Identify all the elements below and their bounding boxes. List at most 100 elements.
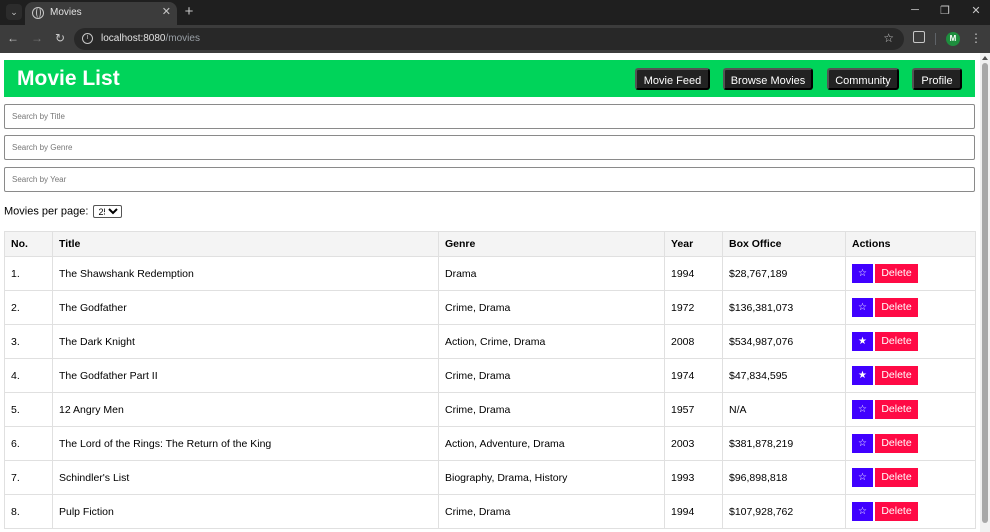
scroll-up-arrow-icon[interactable] (982, 56, 988, 60)
url-text: localhost:8080/movies (101, 33, 200, 44)
minimize-icon[interactable]: ─ (905, 4, 925, 16)
nav-browse-movies-button[interactable]: Browse Movies (723, 68, 813, 90)
favorite-star-button[interactable]: ☆ (852, 434, 873, 453)
cell-genre: Crime, Drama (438, 392, 665, 427)
url-path: /movies (165, 33, 200, 44)
delete-button[interactable]: Delete (875, 400, 918, 419)
col-header-box-office[interactable]: Box Office (722, 231, 846, 257)
cell-year: 2008 (664, 324, 723, 359)
tab-search-chevron-icon[interactable]: ⌄ (6, 4, 22, 20)
delete-button[interactable]: Delete (875, 366, 918, 385)
page-scrollbar[interactable] (980, 53, 990, 532)
cell-box-office: $96,898,818 (722, 460, 846, 495)
globe-icon (32, 7, 44, 19)
cell-year: 1994 (664, 494, 723, 529)
cell-genre: Action, Crime, Drama (438, 324, 665, 359)
app-header: Movie List Movie Feed Browse Movies Comm… (4, 60, 975, 97)
favorite-star-button[interactable]: ★ (852, 332, 873, 351)
scroll-thumb[interactable] (982, 63, 988, 523)
col-header-year[interactable]: Year (664, 231, 723, 257)
favorite-star-button[interactable]: ☆ (852, 264, 873, 283)
browser-tab-bar: ⌄ Movies ✕ + ─ ❐ ✕ (0, 0, 990, 25)
restore-icon[interactable]: ❐ (935, 4, 955, 17)
col-header-genre[interactable]: Genre (438, 231, 665, 257)
table-row: 2. The Godfather Crime, Drama 1972 $136,… (4, 290, 976, 325)
cell-no: 6. (4, 426, 53, 461)
cell-year: 1974 (664, 358, 723, 393)
cell-title: 12 Angry Men (52, 392, 439, 427)
search-title-input[interactable] (4, 104, 975, 129)
page-title: Movie List (17, 67, 120, 90)
table-row: 4. The Godfather Part II Crime, Drama 19… (4, 358, 976, 393)
new-tab-plus-icon[interactable]: + (181, 3, 197, 20)
delete-button[interactable]: Delete (875, 332, 918, 351)
nav-community-button[interactable]: Community (827, 68, 899, 90)
col-header-actions: Actions (845, 231, 976, 257)
col-header-no[interactable]: No. (4, 231, 53, 257)
cell-box-office: $381,878,219 (722, 426, 846, 461)
cell-actions: ☆ Delete (845, 460, 976, 495)
cell-no: 2. (4, 290, 53, 325)
tab-close-icon[interactable]: ✕ (162, 5, 171, 18)
bookmark-star-icon[interactable]: ☆ (883, 31, 894, 45)
cell-actions: ☆ Delete (845, 426, 976, 461)
favorite-star-button[interactable]: ★ (852, 366, 873, 385)
search-year-input[interactable] (4, 167, 975, 192)
search-genre-input[interactable] (4, 135, 975, 160)
extensions-puzzle-icon[interactable] (913, 31, 925, 43)
favorite-star-button[interactable]: ☆ (852, 468, 873, 487)
cell-genre: Drama (438, 256, 665, 291)
col-header-title[interactable]: Title (52, 231, 439, 257)
cell-title: The Godfather Part II (52, 358, 439, 393)
cell-no: 1. (4, 256, 53, 291)
cell-title: The Dark Knight (52, 324, 439, 359)
cell-actions: ☆ Delete (845, 256, 976, 291)
url-host: localhost:8080 (101, 33, 166, 44)
cell-genre: Crime, Drama (438, 290, 665, 325)
cell-title: Schindler's List (52, 460, 439, 495)
cell-box-office: $534,987,076 (722, 324, 846, 359)
delete-button[interactable]: Delete (875, 298, 918, 317)
cell-actions: ★ Delete (845, 358, 976, 393)
cell-actions: ☆ Delete (845, 290, 976, 325)
per-page-select[interactable]: 25 (93, 205, 123, 218)
browser-tab[interactable]: Movies ✕ (25, 2, 177, 25)
cell-box-office: $136,381,073 (722, 290, 846, 325)
cell-genre: Action, Adventure, Drama (438, 426, 665, 461)
cell-no: 8. (4, 494, 53, 529)
delete-button[interactable]: Delete (875, 434, 918, 453)
cell-year: 1994 (664, 256, 723, 291)
table-row: 1. The Shawshank Redemption Drama 1994 $… (4, 256, 976, 291)
cell-no: 4. (4, 358, 53, 393)
cell-no: 3. (4, 324, 53, 359)
delete-button[interactable]: Delete (875, 264, 918, 283)
nav-profile-button[interactable]: Profile (912, 68, 962, 90)
site-info-icon[interactable]: i (82, 33, 93, 44)
table-row: 5. 12 Angry Men Crime, Drama 1957 N/A ☆ D… (4, 392, 976, 427)
table-row: 3. The Dark Knight Action, Crime, Drama … (4, 324, 976, 359)
cell-title: Pulp Fiction (52, 494, 439, 529)
back-arrow-icon[interactable]: ← (5, 31, 21, 45)
browser-menu-icon[interactable]: ⋮ (970, 31, 982, 45)
cell-year: 1957 (664, 392, 723, 427)
per-page-control: Movies per page: 25 (4, 205, 123, 218)
delete-button[interactable]: Delete (875, 502, 918, 521)
profile-avatar[interactable]: M (946, 32, 960, 46)
table-header-row: No. Title Genre Year Box Office Actions (4, 231, 976, 257)
forward-arrow-icon[interactable]: → (29, 31, 45, 45)
favorite-star-button[interactable]: ☆ (852, 298, 873, 317)
address-bar[interactable]: i localhost:8080/movies ☆ (74, 28, 904, 50)
per-page-label: Movies per page: (4, 205, 89, 218)
nav-movie-feed-button[interactable]: Movie Feed (635, 68, 710, 90)
favorite-star-button[interactable]: ☆ (852, 502, 873, 521)
cell-box-office: $107,928,762 (722, 494, 846, 529)
cell-genre: Biography, Drama, History (438, 460, 665, 495)
window-close-icon[interactable]: ✕ (966, 4, 986, 17)
table-row: 8. Pulp Fiction Crime, Drama 1994 $107,9… (4, 494, 976, 529)
cell-title: The Lord of the Rings: The Return of the… (52, 426, 439, 461)
cell-title: The Shawshank Redemption (52, 256, 439, 291)
delete-button[interactable]: Delete (875, 468, 918, 487)
favorite-star-button[interactable]: ☆ (852, 400, 873, 419)
reload-icon[interactable]: ↻ (52, 31, 68, 45)
table-row: 6. The Lord of the Rings: The Return of … (4, 426, 976, 461)
